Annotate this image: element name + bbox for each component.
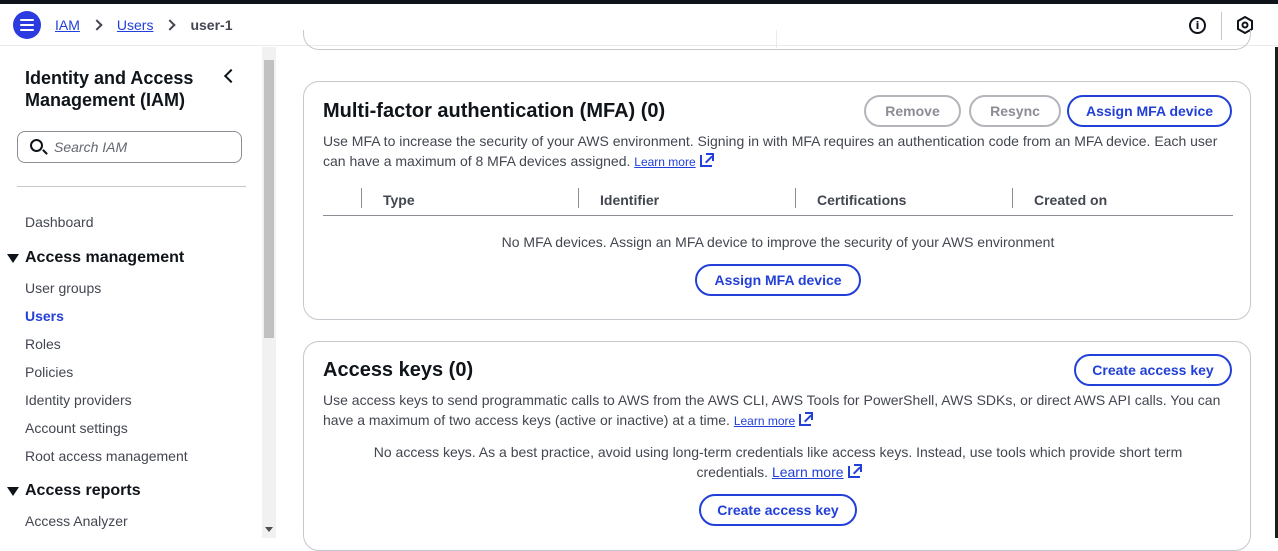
section-label: Access management xyxy=(25,249,185,266)
mfa-title: Multi-factor authentication (MFA) (0) xyxy=(323,100,666,122)
external-link-icon xyxy=(699,153,714,167)
create-access-key-button[interactable]: Create access key xyxy=(1074,354,1232,386)
chevron-right-icon xyxy=(91,19,103,31)
access-keys-title: Access keys (0) xyxy=(323,359,474,381)
column-header-identifier[interactable]: Identifier xyxy=(600,192,659,208)
column-divider xyxy=(361,188,362,208)
remove-button[interactable]: Remove xyxy=(864,95,961,127)
access-keys-card: Access keys (0) Create access key Use ac… xyxy=(303,341,1251,551)
external-link-icon xyxy=(799,412,814,426)
sidebar-item-policies[interactable]: Policies xyxy=(25,364,73,380)
learn-more-link[interactable]: Learn more xyxy=(734,414,795,428)
caret-down-icon xyxy=(7,253,19,263)
section-access-reports[interactable]: Access reports xyxy=(7,482,141,500)
create-access-key-button-empty[interactable]: Create access key xyxy=(699,494,857,526)
divider xyxy=(17,186,246,187)
learn-more-link[interactable]: Learn more xyxy=(634,155,695,169)
section-access-management[interactable]: Access management xyxy=(7,249,184,267)
search-icon xyxy=(30,139,43,152)
mfa-card: Multi-factor authentication (MFA) (0) Re… xyxy=(303,81,1251,320)
column-divider xyxy=(578,188,579,208)
caret-down-icon xyxy=(7,486,19,496)
breadcrumb: IAM Users user-1 xyxy=(55,17,232,33)
access-keys-empty-text: No access keys. As a best practice, avoi… xyxy=(304,442,1252,482)
assign-mfa-device-button-empty[interactable]: Assign MFA device xyxy=(695,264,861,296)
chevron-right-icon xyxy=(164,19,177,31)
sidebar-item-account-settings[interactable]: Account settings xyxy=(25,420,128,436)
mfa-empty-text: No MFA devices. Assign an MFA device to … xyxy=(501,234,1055,250)
sidebar-item-root-access-management[interactable]: Root access management xyxy=(25,448,188,464)
column-divider xyxy=(795,188,796,208)
breadcrumb-link-users[interactable]: Users xyxy=(117,17,154,33)
assign-mfa-device-button[interactable]: Assign MFA device xyxy=(1067,95,1232,127)
access-keys-description: Use access keys to send programmatic cal… xyxy=(323,390,1233,431)
column-header-certifications[interactable]: Certifications xyxy=(817,192,906,208)
mfa-table-header: Type Identifier Certifications Created o… xyxy=(323,186,1233,216)
breadcrumb-current: user-1 xyxy=(190,17,233,33)
section-label: Access reports xyxy=(25,482,141,499)
sidebar-item-users[interactable]: Users xyxy=(25,308,64,324)
resync-button[interactable]: Resync xyxy=(969,95,1061,127)
sidebar-item-user-groups[interactable]: User groups xyxy=(25,280,101,296)
sidebar-title: Identity and Access Management (IAM) xyxy=(25,68,194,110)
scroll-down-arrow-icon[interactable] xyxy=(265,527,273,532)
menu-button[interactable] xyxy=(13,11,41,39)
column-divider xyxy=(1012,188,1013,208)
external-link-icon xyxy=(847,464,862,478)
mfa-description: Use MFA to increase the security of your… xyxy=(323,131,1233,172)
sidebar-item-access-analyzer[interactable]: Access Analyzer xyxy=(25,513,128,529)
column-header-created-on[interactable]: Created on xyxy=(1034,192,1107,208)
previous-card-bottom xyxy=(303,30,1251,50)
scrollbar-thumb[interactable] xyxy=(264,60,274,338)
sidebar-item-dashboard[interactable]: Dashboard xyxy=(25,214,94,230)
breadcrumb-link-iam[interactable]: IAM xyxy=(55,17,80,33)
sidebar-item-roles[interactable]: Roles xyxy=(25,336,61,352)
sidebar-item-identity-providers[interactable]: Identity providers xyxy=(25,392,132,408)
chevron-left-icon[interactable] xyxy=(223,68,239,84)
search-placeholder: Search IAM xyxy=(54,139,128,155)
side-navigation: Identity and Access Management (IAM) Sea… xyxy=(0,47,262,538)
mfa-description-text: Use MFA to increase the security of your… xyxy=(323,133,1218,169)
search-input[interactable]: Search IAM xyxy=(17,131,242,163)
learn-more-link[interactable]: Learn more xyxy=(772,464,844,480)
column-header-type[interactable]: Type xyxy=(383,192,415,208)
